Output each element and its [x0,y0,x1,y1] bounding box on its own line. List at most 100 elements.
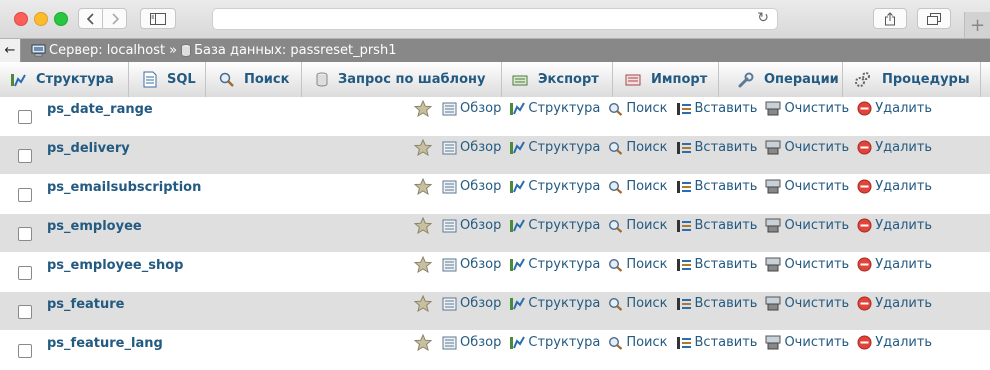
row-checkbox[interactable] [18,266,32,280]
tab-sql[interactable]: SQL [129,62,206,97]
browse-link[interactable]: Обзор [442,218,501,233]
browse-link[interactable]: Обзор [442,140,501,155]
table-name-link[interactable]: ps_employee_shop [47,258,183,273]
table-name-link[interactable]: ps_date_range [47,102,153,117]
table-name-link[interactable]: ps_emailsubscription [47,180,201,195]
tab-import[interactable]: Импорт [613,62,719,97]
search-link[interactable]: Поиск [608,101,668,116]
row-checkbox[interactable] [18,110,32,124]
drop-link[interactable]: Удалить [857,101,932,116]
empty-link[interactable]: Очистить [765,218,849,233]
structure-icon [509,335,526,350]
browse-link[interactable]: Обзор [442,296,501,311]
star-icon[interactable] [414,100,432,117]
breadcrumb-server[interactable]: Сервер: localhost [31,43,165,58]
search-link[interactable]: Поиск [608,140,668,155]
empty-link[interactable]: Очистить [765,101,849,116]
empty-link[interactable]: Очистить [765,335,849,350]
drop-label: Удалить [875,140,933,155]
structure-link[interactable]: Структура [509,335,600,350]
insert-icon [676,218,692,233]
drop-link[interactable]: Удалить [857,296,932,311]
empty-link[interactable]: Очистить [765,296,849,311]
star-icon[interactable] [414,256,432,273]
row-checkbox[interactable] [18,227,32,241]
drop-link[interactable]: Удалить [857,140,932,155]
show-tabs-button[interactable] [917,8,951,29]
browse-icon [442,180,457,194]
tab-query-by-example[interactable]: Запрос по шаблону [302,62,502,97]
table-row: ps_employee_shop Обзор Структура Поиск В… [0,253,990,292]
structure-link[interactable]: Структура [509,296,600,311]
empty-link[interactable]: Очистить [765,257,849,272]
table-name-link[interactable]: ps_feature [47,297,125,312]
structure-link[interactable]: Структура [509,101,600,116]
row-checkbox[interactable] [18,188,32,202]
breadcrumb-database[interactable]: База данных: passreset_prsh1 [181,43,396,58]
search-link[interactable]: Поиск [608,335,668,350]
insert-link[interactable]: Вставить [676,101,757,116]
table-name-link[interactable]: ps_feature_lang [47,336,163,351]
star-icon[interactable] [414,295,432,312]
close-window-button[interactable] [14,12,28,26]
empty-link[interactable]: Очистить [765,140,849,155]
search-link[interactable]: Поиск [608,179,668,194]
breadcrumb: ← Сервер: localhost » База данных: passr… [0,39,990,62]
query-icon [316,72,328,87]
tab-export[interactable]: Экспорт [502,62,613,97]
browse-link[interactable]: Обзор [442,335,501,350]
zoom-window-button[interactable] [54,12,68,26]
address-bar[interactable]: ↻ [212,8,778,30]
sidebar-toggle-button[interactable] [140,8,176,29]
structure-link[interactable]: Структура [509,140,600,155]
drop-link[interactable]: Удалить [857,257,932,272]
structure-icon [509,257,526,272]
star-icon[interactable] [414,139,432,156]
minimize-window-button[interactable] [34,12,48,26]
tab-routines[interactable]: Процедуры [843,62,981,97]
search-icon [219,72,234,87]
structure-link[interactable]: Структура [509,257,600,272]
search-link[interactable]: Поиск [608,296,668,311]
empty-icon [765,218,781,233]
row-checkbox[interactable] [18,149,32,163]
insert-link[interactable]: Вставить [676,257,757,272]
search-link[interactable]: Поиск [608,218,668,233]
insert-link[interactable]: Вставить [676,140,757,155]
empty-link[interactable]: Очистить [765,179,849,194]
structure-link[interactable]: Структура [509,218,600,233]
table-name-link[interactable]: ps_employee [47,219,142,234]
structure-link[interactable]: Структура [509,179,600,194]
drop-link[interactable]: Удалить [857,218,932,233]
insert-link[interactable]: Вставить [676,335,757,350]
insert-link[interactable]: Вставить [676,296,757,311]
new-tab-button[interactable]: + [964,12,990,38]
tab-query-label: Запрос по шаблону [338,72,486,87]
table-name-link[interactable]: ps_delivery [47,141,130,156]
routines-icon [854,71,872,88]
forward-button[interactable] [102,8,127,29]
browse-link[interactable]: Обзор [442,179,501,194]
share-button[interactable] [873,8,907,29]
insert-link[interactable]: Вставить [676,179,757,194]
empty-icon [765,257,781,272]
tab-structure[interactable]: Структура [0,62,129,97]
browse-label: Обзор [460,218,502,233]
reload-icon[interactable]: ↻ [757,10,769,26]
row-checkbox[interactable] [18,305,32,319]
star-icon[interactable] [414,217,432,234]
tab-operations[interactable]: Операции [719,62,843,97]
star-icon[interactable] [414,334,432,351]
browse-link[interactable]: Обзор [442,257,501,272]
insert-link[interactable]: Вставить [676,218,757,233]
drop-link[interactable]: Удалить [857,179,932,194]
back-button[interactable] [78,8,103,29]
tab-search[interactable]: Поиск [206,62,302,97]
collapse-nav-button[interactable]: ← [0,39,21,62]
drop-link[interactable]: Удалить [857,335,932,350]
browse-link[interactable]: Обзор [442,101,501,116]
row-checkbox[interactable] [18,344,32,358]
search-link[interactable]: Поиск [608,257,668,272]
star-icon[interactable] [414,178,432,195]
drop-label: Удалить [875,257,933,272]
